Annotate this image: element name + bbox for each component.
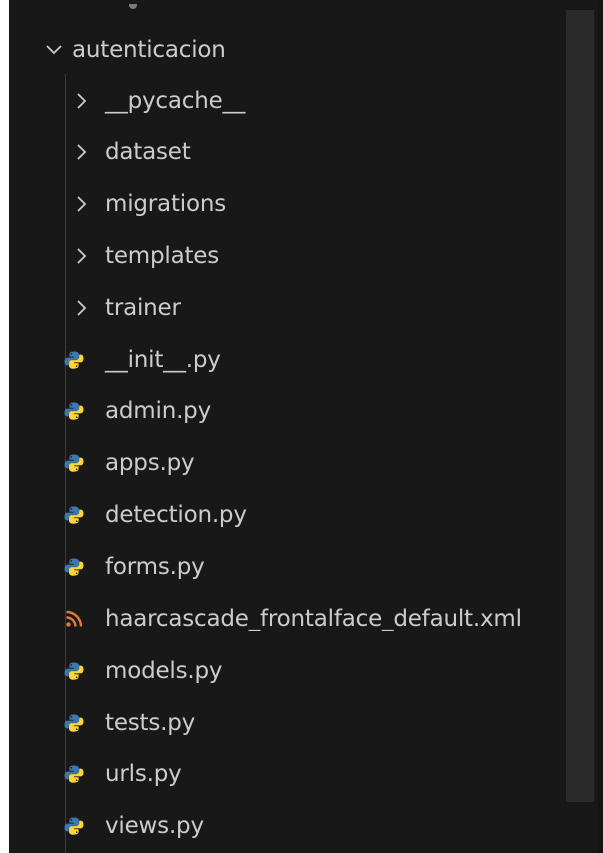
python-file-icon [64, 453, 84, 473]
file-label: haarcascade_frontalface_default.xml [105, 607, 522, 631]
previous-row-partial [9, 0, 603, 22]
chevron-right-icon [72, 246, 92, 266]
folder-templates[interactable]: templates [9, 231, 603, 282]
chevron-right-icon [72, 298, 92, 318]
file-apps-py[interactable]: apps.py [9, 438, 603, 489]
file-label: admin.py [105, 397, 211, 424]
python-file-icon [64, 505, 84, 525]
chevron-right-icon [72, 142, 92, 162]
chevron-right-icon [72, 194, 92, 214]
folder-label: migrations [105, 190, 226, 217]
file-label: views.py [105, 812, 204, 839]
chevron-right-icon [72, 91, 92, 111]
file-init-py[interactable]: __init__.py [9, 335, 603, 386]
file-label: urls.py [105, 760, 182, 787]
file-label: apps.py [105, 449, 195, 476]
file-urls-py[interactable]: urls.py [9, 749, 603, 800]
file-detection-py[interactable]: detection.py [9, 490, 603, 541]
rss-xml-file-icon [64, 609, 84, 629]
folder-label: trainer [105, 294, 181, 321]
file-models-py[interactable]: models.py [9, 646, 603, 697]
panel-edge [598, 0, 603, 853]
folder-pycache[interactable]: __pycache__ [9, 76, 603, 127]
python-file-icon [64, 350, 84, 370]
python-file-icon [64, 401, 84, 421]
file-admin-py[interactable]: admin.py [9, 386, 603, 437]
folder-trainer[interactable]: trainer [9, 283, 603, 334]
python-file-icon [64, 713, 84, 733]
python-file-icon [64, 764, 84, 784]
file-label: forms.py [105, 553, 205, 580]
folder-autenticacion[interactable]: autenticacion [9, 25, 603, 76]
chevron-down-icon [44, 40, 64, 60]
folder-label: dataset [105, 138, 191, 165]
folder-label: autenticacion [72, 36, 226, 63]
file-label: models.py [105, 657, 223, 684]
python-file-icon [64, 816, 84, 836]
file-forms-py[interactable]: forms.py [9, 542, 603, 593]
folder-label: __pycache__ [105, 87, 246, 114]
python-file-icon [64, 661, 84, 681]
folder-migrations[interactable]: migrations [9, 179, 603, 230]
file-tests-py[interactable]: tests.py [9, 698, 603, 749]
file-label: tests.py [105, 709, 196, 736]
python-file-icon [64, 557, 84, 577]
file-explorer: autenticacion __pycache__ dataset migrat… [9, 0, 603, 853]
folder-label: templates [105, 242, 220, 269]
file-haarcascade-xml[interactable]: haarcascade_frontalface_default.xml [9, 594, 603, 645]
file-label: __init__.py [105, 346, 221, 373]
file-views-py[interactable]: views.py [9, 801, 603, 852]
file-label: detection.py [105, 501, 247, 528]
vertical-scrollbar[interactable] [566, 10, 594, 802]
folder-dataset[interactable]: dataset [9, 127, 603, 178]
